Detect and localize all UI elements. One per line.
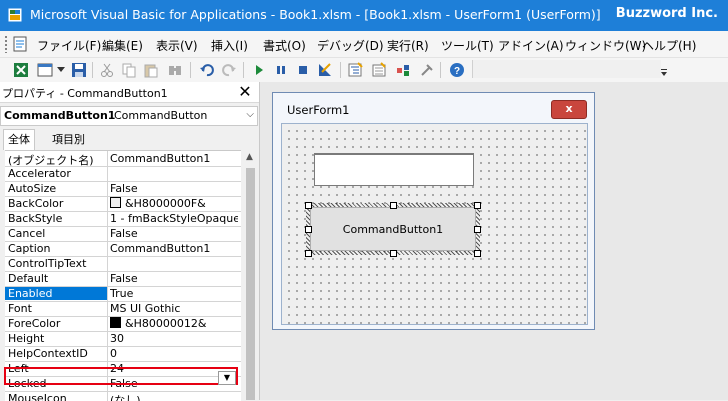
cursor-position-field [472,60,661,78]
toolbar-separator [190,62,191,78]
paste-icon[interactable] [142,61,160,79]
scroll-up-icon[interactable]: ▲ [246,152,253,162]
toolbar-options-icon[interactable] [660,60,668,80]
resize-handle[interactable] [305,202,312,209]
properties-window: プロパティ - CommandButton1 ✕ CommandButton1 … [0,82,259,401]
property-row[interactable]: ControlTipText [5,256,241,272]
property-row[interactable]: Cancel False [5,226,241,242]
scroll-thumb[interactable] [246,168,255,400]
vba-app-icon [7,7,23,23]
property-row[interactable]: Default False [5,271,241,287]
toolbar-separator [340,62,341,78]
vertical-scrollbar[interactable]: ▲ [242,150,259,400]
find-icon[interactable] [166,61,184,79]
resize-handle[interactable] [474,202,481,209]
reset-icon[interactable] [294,61,312,79]
property-row[interactable]: BackStyle 1 - fmBackStyleOpaque [5,211,241,227]
title-bar: Microsoft Visual Basic for Applications … [0,0,728,31]
textbox-control[interactable] [314,153,474,186]
excel-icon[interactable] [12,61,30,79]
property-row-enabled[interactable]: Enabled True [5,286,241,302]
object-type: CommandButton [114,109,208,122]
resize-handle[interactable] [390,250,397,257]
design-mode-icon[interactable] [316,61,334,79]
project-explorer-icon[interactable] [346,61,364,79]
break-icon[interactable] [272,61,290,79]
commandbutton-control[interactable]: CommandButton1 [310,207,476,251]
menu-window[interactable]: ウィンドウ(W) [565,37,646,54]
toolbar-separator [243,62,244,78]
resize-handle[interactable] [305,226,312,233]
enabled-row-highlight [4,367,238,385]
close-button[interactable]: x [551,100,587,119]
property-row[interactable]: Accelerator [5,166,241,182]
chevron-down-icon[interactable]: ⌵ [246,109,254,120]
toolbar-separator [440,62,441,78]
toolbox-icon[interactable] [418,61,436,79]
help-icon[interactable]: ? [448,61,466,79]
value-dropdown-icon[interactable]: ▼ [218,371,236,385]
save-icon[interactable] [70,61,88,79]
color-swatch [110,317,121,328]
menu-file[interactable]: ファイル(F) [37,37,101,54]
property-row[interactable]: ForeColor &H80000012& [5,316,241,332]
standard-toolbar: ? [0,58,728,83]
menu-format[interactable]: 書式(O) [263,37,306,54]
property-row[interactable]: Caption CommandButton1 [5,241,241,257]
property-row[interactable]: Height 30 [5,331,241,347]
menu-bar: ファイル(F) 編集(E) 表示(V) 挿入(I) 書式(O) デバッグ(D) … [0,31,728,58]
menu-debug[interactable]: デバッグ(D) [317,37,384,54]
tab-categorized[interactable]: 項目別 [48,130,89,149]
menu-addins[interactable]: アドイン(A) [498,37,564,54]
menu-view[interactable]: 表示(V) [156,37,198,54]
toolbar-separator [92,62,93,78]
property-row[interactable]: Font MS UI Gothic [5,301,241,317]
menu-tools[interactable]: ツール(T) [441,37,494,54]
brand-label: Buzzword Inc. [615,6,718,21]
userform-title: UserForm1 [287,103,350,117]
close-icon[interactable]: ✕ [236,83,254,101]
resize-handle[interactable] [474,226,481,233]
property-grid: (オブジェクト名) CommandButton1 Accelerator Auto… [5,150,241,401]
code-document-icon[interactable] [13,36,27,52]
cut-icon[interactable] [98,61,116,79]
resize-handle[interactable] [474,250,481,257]
properties-title: プロパティ - CommandButton1 [2,87,168,100]
copy-icon[interactable] [120,61,138,79]
undo-icon[interactable] [198,61,216,79]
properties-window-icon[interactable] [370,61,388,79]
svg-text:?: ? [454,66,460,77]
property-row[interactable]: HelpContextID 0 [5,346,241,362]
object-browser-icon[interactable] [394,61,412,79]
property-row[interactable]: AutoSize False [5,181,241,197]
menu-insert[interactable]: 挿入(I) [211,37,248,54]
dropdown-arrow-icon[interactable] [56,61,66,79]
menu-run[interactable]: 実行(R) [387,37,429,54]
menu-help[interactable]: ヘルプ(H) [642,37,696,54]
object-selector[interactable]: CommandButton1 CommandButton ⌵ [0,106,258,126]
window-title: Microsoft Visual Basic for Applications … [30,7,601,22]
run-icon[interactable] [250,61,268,79]
property-row[interactable]: (オブジェクト名) CommandButton1 [5,151,241,167]
object-name: CommandButton1 [4,109,116,122]
redo-icon[interactable] [220,61,238,79]
property-row[interactable]: BackColor &H8000000F& [5,196,241,212]
color-swatch [110,197,121,208]
resize-handle[interactable] [305,250,312,257]
grip-icon [4,35,8,53]
insert-userform-icon[interactable] [36,61,54,79]
tab-alphabetic[interactable]: 全体 [3,129,35,150]
properties-header: プロパティ - CommandButton1 ✕ [0,82,259,103]
menu-edit[interactable]: 編集(E) [102,37,143,54]
resize-handle[interactable] [390,202,397,209]
